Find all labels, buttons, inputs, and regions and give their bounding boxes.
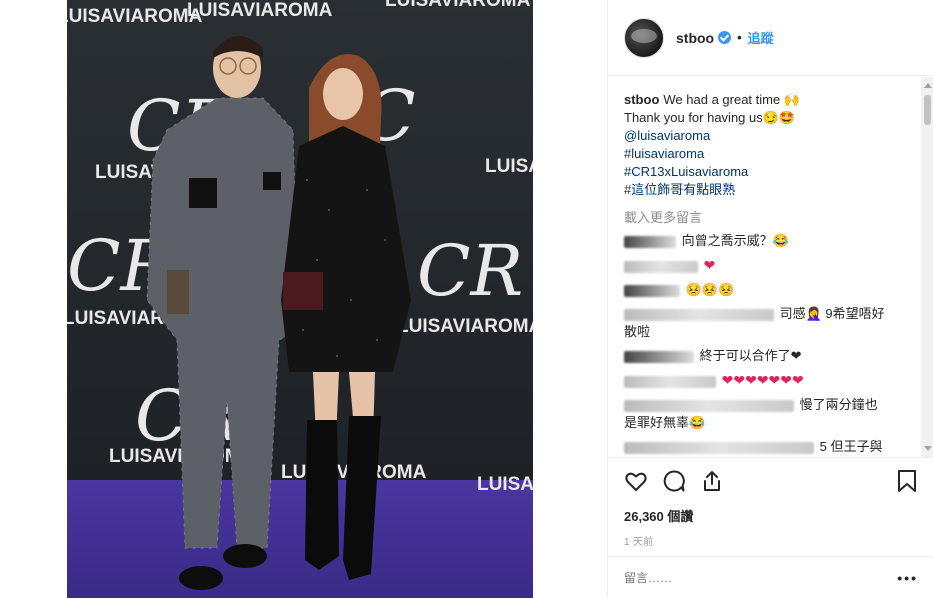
comment-input[interactable] [624, 570, 898, 585]
redacted-username[interactable] [624, 375, 716, 388]
share-icon[interactable] [700, 469, 724, 493]
comment-text: ❤ [703, 257, 716, 273]
scrollbar-thumb[interactable] [924, 95, 931, 125]
hashtag-link[interactable]: #luisaviaroma [624, 145, 921, 163]
caption-username[interactable]: stboo [624, 92, 659, 107]
comment-item: 5 但王子與 [624, 438, 921, 456]
comment-text-cont: 是罪好無辜😂 [624, 415, 706, 430]
redacted-username[interactable] [624, 284, 680, 297]
post-timestamp[interactable]: 1 天前 [624, 533, 918, 548]
comments-list[interactable]: stboo We had a great time 🙌 Thank you for… [608, 77, 921, 457]
verified-badge-icon [718, 31, 732, 44]
backdrop-brand-text: LUISAVIAROMA [187, 0, 333, 21]
post-header: stboo • 追蹤 [608, 0, 933, 76]
comment-text: 司感🤦‍♀️ 9希望唔好 [779, 306, 885, 321]
like-heart-icon[interactable] [624, 469, 648, 493]
post-actions: 26,360 個讚 1 天前 [608, 457, 933, 548]
comment-text: 向曾之喬示威？😂 [681, 233, 789, 248]
mention-link[interactable]: @luisaviaroma [624, 127, 921, 145]
backdrop-brand-text: LUISAV [477, 474, 533, 495]
redacted-username[interactable] [624, 260, 698, 273]
comment-text-cont: 散啦 [624, 324, 651, 339]
redacted-username[interactable] [624, 308, 774, 321]
caption-line-2: Thank you for having us😏🤩 [624, 110, 796, 125]
comment-item: 向曾之喬示威？😂 [624, 232, 921, 250]
follow-button[interactable]: 追蹤 [748, 28, 774, 47]
comment-item: ❤❤❤❤❤❤❤ [624, 371, 921, 390]
caption-line-1: We had a great time 🙌 [663, 92, 801, 107]
hashtag-link[interactable]: #這位飾哥有點眼熟 [624, 181, 921, 199]
comment-item: 慢了兩分鐘也 是罪好無辜😂 [624, 396, 921, 432]
redacted-username[interactable] [624, 350, 694, 363]
action-icons [624, 468, 918, 494]
redacted-username[interactable] [624, 399, 794, 412]
hashtag-link[interactable]: #CR13xLuisaviaroma [624, 163, 921, 181]
comment-text: 😣😣😣 [685, 282, 735, 297]
redacted-username[interactable] [624, 441, 814, 454]
likes-count[interactable]: 26,360 個讚 [624, 506, 918, 525]
comment-item: 😣😣😣 [624, 281, 921, 299]
backdrop-logo: CR [417, 230, 523, 312]
backdrop-brand-text: LUISAVIAROMA [385, 0, 531, 11]
redacted-username[interactable] [624, 235, 676, 248]
backdrop-brand-text: LUISAVIAROMA [67, 6, 203, 27]
scroll-down-icon[interactable] [924, 446, 932, 451]
load-more-comments-button[interactable]: 載入更多留言 [624, 207, 921, 226]
post-image-illustration: LUISAVIAROMA LUISAVIAROMA LUISAVIAROMA L… [67, 0, 533, 598]
comment-text: 5 但王子與 [819, 439, 883, 454]
post-side-panel: stboo • 追蹤 stboo We had a great time 🙌 Th… [607, 0, 933, 598]
comments-scrollbar[interactable] [921, 77, 933, 457]
comment-text: 慢了兩分鐘也 [799, 397, 878, 412]
scroll-up-icon[interactable] [924, 83, 932, 88]
more-options-icon[interactable]: ••• [897, 570, 918, 586]
add-comment-box: ••• [608, 556, 933, 598]
post-caption: stboo We had a great time 🙌 Thank you for… [624, 91, 921, 199]
avatar[interactable] [624, 17, 664, 58]
comment-item: 司感🤦‍♀️ 9希望唔好 散啦 [624, 305, 921, 341]
username[interactable]: stboo [676, 30, 714, 46]
post-photo[interactable]: LUISAVIAROMA LUISAVIAROMA LUISAVIAROMA L… [67, 0, 533, 598]
left-gutter [0, 0, 67, 598]
comment-text: ❤❤❤❤❤❤❤ [721, 372, 804, 388]
separator-dot: • [737, 30, 742, 45]
backdrop-brand-text: LUISAV [485, 156, 533, 177]
comment-item: 終于可以合作了❤ [624, 347, 921, 365]
comment-bubble-icon[interactable] [662, 469, 686, 493]
save-bookmark-icon[interactable] [896, 469, 918, 493]
comment-text: 終于可以合作了❤ [699, 348, 802, 363]
backdrop-brand-text: LUISAVIAROMA [397, 316, 533, 337]
comment-item: ❤ [624, 256, 921, 275]
